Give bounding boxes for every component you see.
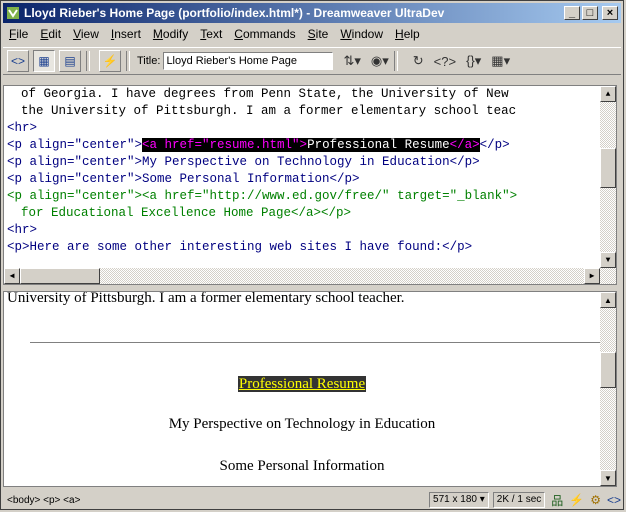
code-line: <p align="center"><a href="http://www.ed… bbox=[7, 189, 518, 203]
code-line: <hr> bbox=[7, 121, 38, 135]
horizontal-rule bbox=[30, 342, 604, 346]
menu-commands[interactable]: Commands bbox=[228, 27, 301, 41]
resume-link-paragraph: Professional Resume bbox=[4, 376, 600, 393]
body-text: University of Pittsburgh. I am a former … bbox=[7, 291, 405, 306]
perspective-paragraph: My Perspective on Technology in Educatio… bbox=[168, 416, 436, 432]
toolbar-separator bbox=[126, 51, 130, 71]
application-window: Lloyd Rieber's Home Page (portfolio/inde… bbox=[0, 0, 624, 510]
tag-selector[interactable]: <body> <p> <a> bbox=[7, 495, 425, 506]
code-line: for Educational Excellence Home Page</a>… bbox=[21, 206, 352, 220]
scroll-down-button[interactable]: ▼ bbox=[600, 252, 616, 268]
split-view-icon: ▦ bbox=[38, 54, 50, 68]
menu-edit[interactable]: Edit bbox=[34, 27, 67, 41]
design-view-button[interactable]: ▤ bbox=[59, 50, 81, 72]
code-line: of Georgia. I have degrees from Penn Sta… bbox=[21, 87, 509, 101]
toolbar-separator bbox=[86, 51, 90, 71]
split-view-button[interactable]: ▦ bbox=[33, 50, 55, 72]
design-vertical-scrollbar[interactable]: ▲ ▼ bbox=[600, 292, 616, 486]
personal-info-paragraph: Some Personal Information bbox=[219, 458, 385, 474]
code-line: <p align="center">My Perspective on Tech… bbox=[7, 155, 480, 169]
live-data-button[interactable]: ⚡ bbox=[99, 50, 121, 72]
menu-bar: File Edit View Insert Modify Text Comman… bbox=[3, 25, 621, 43]
design-view-pane[interactable]: University of Pittsburgh. I am a former … bbox=[3, 291, 617, 487]
lightning-icon: ⚡ bbox=[102, 54, 118, 68]
design-view-icon: ▤ bbox=[64, 54, 76, 68]
title-label: Title: bbox=[137, 55, 161, 67]
code-view-button[interactable]: <> bbox=[7, 50, 29, 72]
title-bar[interactable]: Lloyd Rieber's Home Page (portfolio/inde… bbox=[3, 3, 621, 23]
code-view-pane[interactable]: of Georgia. I have degrees from Penn Sta… bbox=[3, 85, 617, 285]
code-line: <p>Here are some other interesting web s… bbox=[7, 240, 473, 254]
behaviors-icon[interactable]: ⚙ bbox=[590, 493, 601, 507]
code-view-icon: <> bbox=[10, 54, 25, 68]
window-size-dropdown[interactable]: 571 x 180 ▾ bbox=[429, 492, 489, 508]
code-horizontal-scrollbar[interactable]: ◀ ▶ bbox=[4, 268, 600, 284]
code-navigation-icon[interactable]: <?> bbox=[434, 54, 456, 69]
menu-modify[interactable]: Modify bbox=[147, 27, 194, 41]
menu-help[interactable]: Help bbox=[389, 27, 426, 41]
scroll-right-button[interactable]: ▶ bbox=[584, 268, 600, 284]
scroll-down-button[interactable]: ▼ bbox=[600, 470, 616, 486]
menu-site[interactable]: Site bbox=[302, 27, 335, 41]
menu-view[interactable]: View bbox=[67, 27, 105, 41]
code-line: the University of Pittsburgh. I am a for… bbox=[21, 104, 517, 118]
code-vertical-scrollbar[interactable]: ▲ ▼ bbox=[600, 86, 616, 284]
minimize-button[interactable]: _ bbox=[564, 6, 580, 20]
page-title-input[interactable] bbox=[163, 52, 334, 70]
menu-file[interactable]: File bbox=[3, 27, 34, 41]
file-management-icon[interactable]: ⇅▾ bbox=[343, 53, 360, 69]
download-time: 2K / 1 sec bbox=[492, 492, 546, 508]
status-bar: <body> <p> <a> 571 x 180 ▾ 2K / 1 sec 品 … bbox=[3, 491, 621, 509]
refresh-icon[interactable]: ↻ bbox=[413, 53, 424, 69]
code-line-selected: <p align="center"><a href="resume.html">… bbox=[7, 138, 510, 152]
scroll-up-button[interactable]: ▲ bbox=[600, 86, 616, 102]
window-title: Lloyd Rieber's Home Page (portfolio/inde… bbox=[24, 6, 445, 20]
code-line: <p align="center">Some Personal Informat… bbox=[7, 172, 360, 186]
professional-resume-link[interactable]: Professional Resume bbox=[237, 376, 367, 392]
horizontal-scroll-thumb[interactable] bbox=[20, 268, 100, 284]
code-inspector-icon[interactable]: <> bbox=[607, 493, 621, 507]
document-toolbar: <> ▦ ▤ ⚡ Title: ⇅▾ ◉▾ ↻ <?> {}▾ ▦▾ bbox=[3, 47, 621, 75]
scroll-up-button[interactable]: ▲ bbox=[600, 292, 616, 308]
menu-insert[interactable]: Insert bbox=[105, 27, 147, 41]
code-line: <hr> bbox=[7, 223, 38, 237]
scroll-left-button[interactable]: ◀ bbox=[4, 268, 20, 284]
menu-text[interactable]: Text bbox=[194, 27, 228, 41]
preview-browser-icon[interactable]: ◉▾ bbox=[371, 53, 389, 69]
toolbar-separator bbox=[393, 51, 398, 71]
scroll-thumb[interactable] bbox=[600, 352, 616, 388]
site-icon[interactable]: 品 bbox=[551, 492, 563, 509]
scroll-thumb[interactable] bbox=[600, 148, 616, 188]
dreamweaver-app-icon bbox=[7, 7, 19, 19]
maximize-button[interactable]: □ bbox=[582, 6, 598, 20]
close-button[interactable]: × bbox=[602, 6, 618, 20]
menu-window[interactable]: Window bbox=[334, 27, 389, 41]
view-options-icon[interactable]: ▦▾ bbox=[491, 53, 510, 69]
assets-icon[interactable]: ⚡ bbox=[569, 493, 584, 507]
braces-icon[interactable]: {}▾ bbox=[466, 53, 481, 69]
